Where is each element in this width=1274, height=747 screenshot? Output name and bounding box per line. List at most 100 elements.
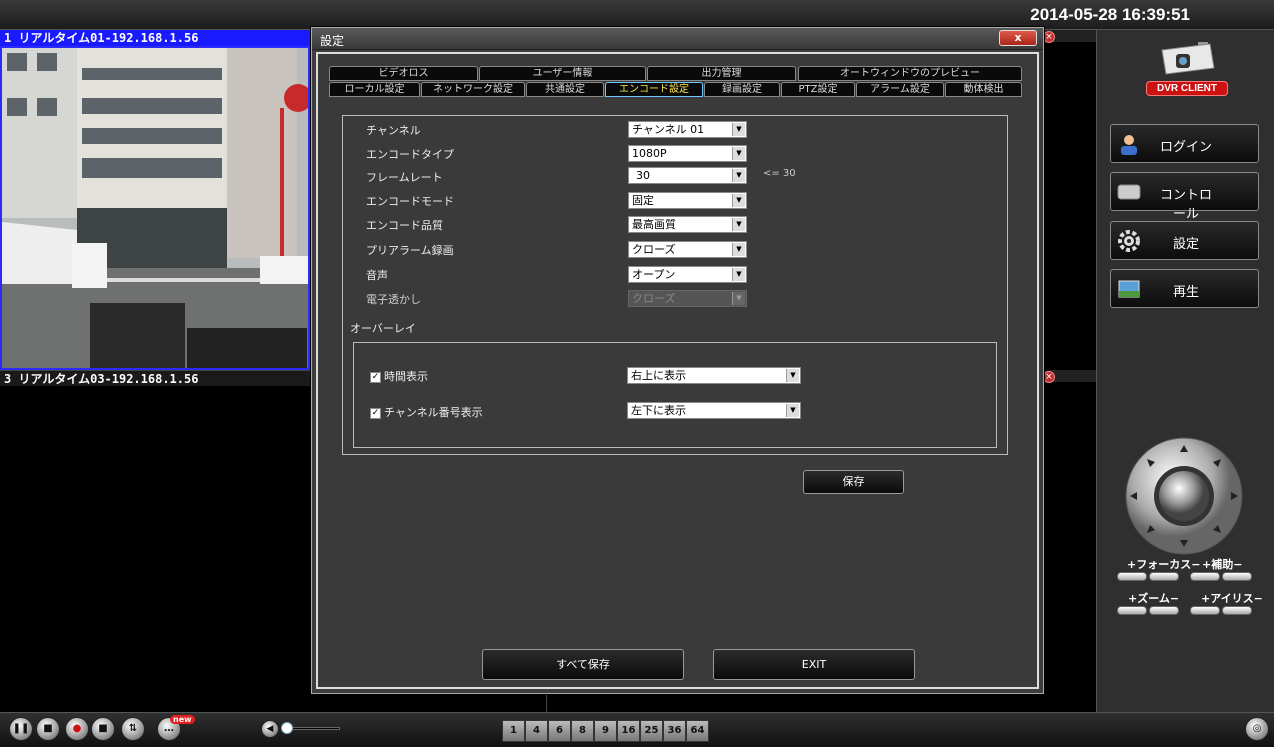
camera-2-close-icon[interactable]: ×: [1043, 31, 1055, 43]
chevron-down-icon: ▼: [732, 218, 745, 231]
iris-minus-button[interactable]: [1222, 606, 1252, 615]
dialog-close-button[interactable]: x: [999, 30, 1037, 46]
encode-quality-select[interactable]: 最高画質 ▼: [628, 216, 747, 233]
stop-icon: ■: [98, 723, 108, 734]
layout-8-button[interactable]: 8: [571, 720, 594, 742]
tab-local-settings[interactable]: ローカル設定: [329, 82, 420, 97]
pause-icon: ❚❚: [12, 723, 30, 734]
login-button[interactable]: ログイン: [1110, 124, 1259, 163]
playback-button[interactable]: 再生: [1110, 269, 1259, 308]
channel-number-position-value: 左下に表示: [631, 404, 686, 417]
focus-plus-button[interactable]: [1117, 572, 1147, 581]
volume-slider[interactable]: [290, 727, 340, 730]
tab-auto-window-preview[interactable]: オートウィンドウのプレビュー: [798, 66, 1022, 81]
record-button[interactable]: ●: [65, 717, 89, 741]
gear-icon: [1118, 230, 1140, 252]
tab-alarm-settings[interactable]: アラーム設定: [856, 82, 944, 97]
tab-user-info[interactable]: ユーザー情報: [479, 66, 646, 81]
tab-network-settings[interactable]: ネットワーク設定: [421, 82, 525, 97]
layout-25-button[interactable]: 25: [640, 720, 663, 742]
speaker-icon: ◀: [266, 724, 274, 734]
encode-mode-label: エンコードモード: [366, 195, 454, 208]
settings-button[interactable]: 設定: [1110, 221, 1259, 260]
frame-rate-label: フレームレート: [366, 171, 443, 184]
camera-1-view[interactable]: [0, 46, 310, 370]
chevron-down-icon: ▼: [732, 169, 745, 182]
tab-encode-settings[interactable]: エンコード設定: [605, 82, 703, 97]
time-display-checkbox[interactable]: ✓: [370, 371, 381, 383]
encode-mode-select[interactable]: 固定 ▼: [628, 192, 747, 209]
aux-minus-button[interactable]: [1222, 572, 1252, 581]
encode-type-value: 1080P: [632, 147, 667, 160]
stop-button[interactable]: ■: [36, 717, 60, 741]
layout-1-button[interactable]: 1: [502, 720, 525, 742]
channel-number-display-option[interactable]: ✓ チャンネル番号表示: [370, 404, 483, 420]
camera-3-header[interactable]: 3 リアルタイム03-192.168.1.56: [0, 370, 310, 386]
save-button[interactable]: 保存: [803, 470, 904, 494]
exit-button[interactable]: EXIT: [713, 649, 915, 680]
encode-type-select[interactable]: 1080P ▼: [628, 145, 747, 162]
control-button[interactable]: コントロール: [1110, 172, 1259, 222]
time-display-option[interactable]: ✓ 時間表示: [370, 368, 428, 384]
fullscreen-icon: ◎: [1252, 723, 1262, 734]
layout-6-button[interactable]: 6: [548, 720, 571, 742]
volume-slider-handle[interactable]: [281, 722, 293, 734]
channel-select[interactable]: チャンネル 01 ▼: [628, 121, 747, 138]
aux-label: +補助−: [1202, 558, 1243, 571]
encode-quality-label: エンコード品質: [366, 219, 443, 232]
pause-button[interactable]: ❚❚: [9, 717, 33, 741]
layout-64-button[interactable]: 64: [686, 720, 709, 742]
playback-label: 再生: [1172, 285, 1199, 300]
top-bar: 2014-05-28 16:39:51: [0, 0, 1274, 30]
dialog-title: 設定: [320, 34, 345, 48]
login-label: ログイン: [1159, 140, 1212, 155]
volume-button[interactable]: ◀: [261, 720, 279, 738]
logo-text: DVR CLIENT: [1146, 81, 1228, 96]
tab-output-management[interactable]: 出力管理: [647, 66, 796, 81]
tab-ptz-settings[interactable]: PTZ設定: [781, 82, 855, 97]
channel-number-display-label: チャンネル番号表示: [384, 406, 483, 419]
tab-video-loss[interactable]: ビデオロス: [329, 66, 478, 81]
watermark-select: クローズ ▼: [628, 290, 747, 307]
microphone-icon: ⇅: [128, 723, 138, 734]
zoom-plus-button[interactable]: [1117, 606, 1147, 615]
tab-common-settings[interactable]: 共通設定: [526, 82, 604, 97]
settings-label: 設定: [1172, 237, 1199, 252]
camera-3-view[interactable]: [0, 386, 310, 712]
control-label: コントロール: [1159, 188, 1212, 222]
encode-mode-value: 固定: [632, 194, 654, 207]
zoom-minus-button[interactable]: [1149, 606, 1179, 615]
ptz-joystick[interactable]: [1120, 437, 1248, 555]
encode-quality-value: 最高画質: [632, 218, 676, 231]
stop-icon: ■: [43, 723, 53, 734]
time-display-position-select[interactable]: 右上に表示 ▼: [627, 367, 801, 384]
camera-4-close-icon[interactable]: ×: [1043, 371, 1055, 383]
chevron-down-icon: ▼: [732, 292, 745, 305]
channel-number-position-select[interactable]: 左下に表示 ▼: [627, 402, 801, 419]
frame-rate-select[interactable]: 30 ▼: [628, 167, 747, 184]
pre-alarm-record-select[interactable]: クローズ ▼: [628, 241, 747, 258]
focus-minus-button[interactable]: [1149, 572, 1179, 581]
overlay-label: オーバーレイ: [350, 322, 416, 335]
layout-36-button[interactable]: 36: [663, 720, 686, 742]
camera-1-header[interactable]: 1 リアルタイム01-192.168.1.56: [0, 30, 310, 46]
pre-alarm-record-label: プリアラーム録画: [366, 244, 454, 257]
layout-4-button[interactable]: 4: [525, 720, 548, 742]
iris-plus-button[interactable]: [1190, 606, 1220, 615]
fullscreen-button[interactable]: ◎: [1245, 717, 1269, 741]
tab-record-settings[interactable]: 録画設定: [704, 82, 780, 97]
iris-label: +アイリス−: [1201, 592, 1263, 605]
audio-select[interactable]: オープン ▼: [628, 266, 747, 283]
watermark-label: 電子透かし: [366, 293, 421, 306]
layout-16-button[interactable]: 16: [617, 720, 640, 742]
dialog-title-bar[interactable]: 設定 x: [312, 28, 1043, 50]
new-badge: new: [170, 715, 195, 724]
stop-record-button[interactable]: ■: [91, 717, 115, 741]
audio-label: 音声: [366, 269, 388, 282]
tab-motion-detection[interactable]: 動体検出: [945, 82, 1022, 97]
save-all-button[interactable]: すべて保存: [482, 649, 684, 680]
channel-number-display-checkbox[interactable]: ✓: [370, 407, 381, 419]
talk-button[interactable]: ⇅: [121, 717, 145, 741]
aux-plus-button[interactable]: [1190, 572, 1220, 581]
layout-9-button[interactable]: 9: [594, 720, 617, 742]
